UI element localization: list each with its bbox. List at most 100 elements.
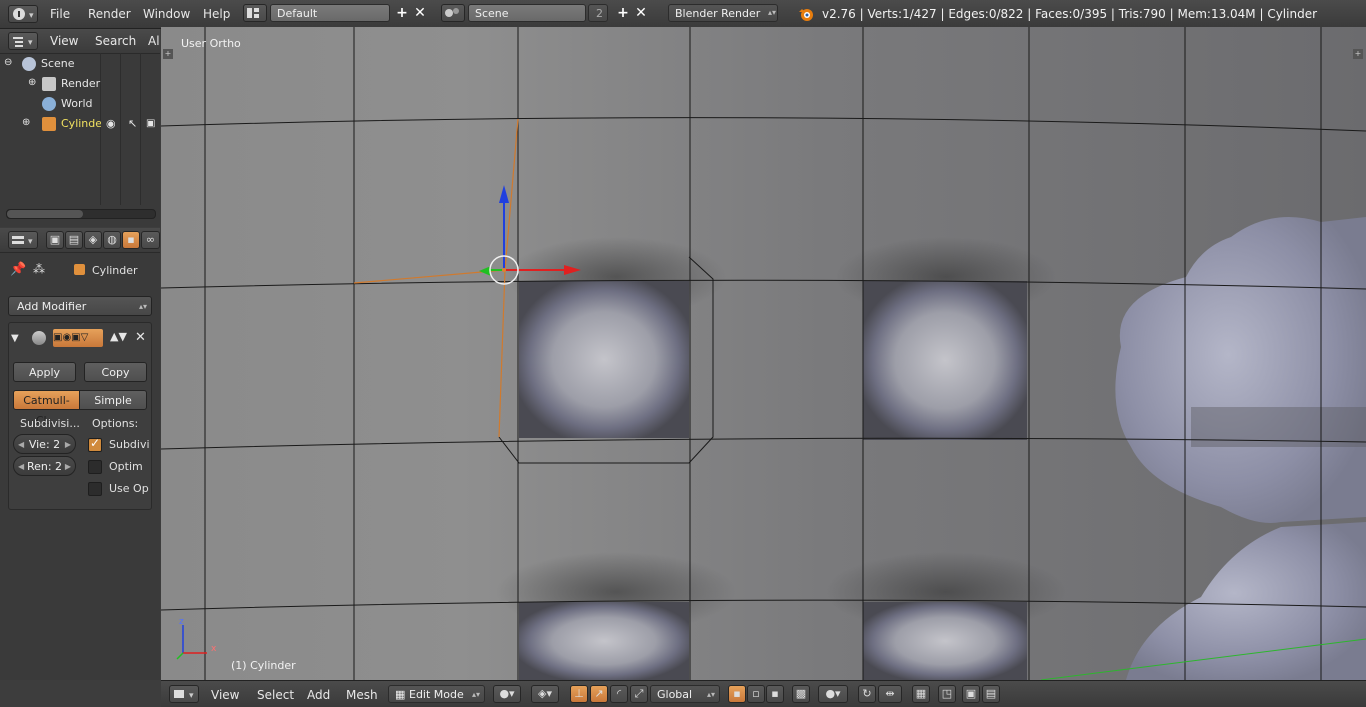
outliner-item-cylinder[interactable]: ⊕ Cylinder ◉ ↖ ▣ [22,115,160,133]
move-up-down-icon[interactable]: ▲▼ [110,330,127,343]
copy-button[interactable]: Copy [84,362,147,382]
render-levels-field[interactable]: ◀ Ren: 2 ▶ [13,456,76,476]
render-tab-icon[interactable]: ▣ [46,231,64,249]
outliner-item-scene[interactable]: ⊖ Scene [4,55,100,73]
pivot-point-select[interactable]: ◈▾ [531,685,559,703]
modifier-type-icon [32,331,46,345]
snap-target-icon[interactable]: ▦ [912,685,930,703]
pin-icon[interactable]: 📌 [10,262,26,277]
scale-manipulator[interactable]: ⤢ [630,685,648,703]
snap-toggle[interactable]: ↻ [858,685,876,703]
remove-layout-icon[interactable]: ✕ [413,6,427,20]
outliner-item-render-layers[interactable]: ⊕ RenderL [28,74,101,93]
modifier-display-toggles[interactable]: ▣◉▣▽ [53,329,103,347]
outliner-editor-type[interactable]: ▾ [8,32,38,50]
outliner-menu-search[interactable]: Search [95,34,136,48]
mesh-wireframe [161,27,1366,680]
interaction-mode-label: Edit Mode [409,688,464,701]
use-opensubdiv-checkbox[interactable] [88,482,102,496]
render-layers-tab-icon[interactable]: ▤ [65,231,83,249]
add-modifier-dropdown[interactable]: Add Modifier ▴▾ [8,296,152,316]
object-tab-icon[interactable]: ▪ [122,231,140,249]
outliner-item-world[interactable]: World [28,95,100,113]
edge-select-mode[interactable]: ▫ [747,685,765,703]
constraints-tab-icon[interactable]: ∞ [141,231,160,249]
manipulator-toggle[interactable]: ⊥ [570,685,588,703]
screen-layout-selector[interactable] [243,4,267,22]
menu-mesh[interactable]: Mesh [346,688,378,702]
options-label: Options: [92,417,139,430]
viewport-canvas[interactable]: z x [161,27,1366,680]
opengl-render-image-icon[interactable]: ◳ [938,685,956,703]
menu-window[interactable]: Window [143,7,190,21]
scene-selector[interactable] [441,4,465,22]
checkmark-icon: ✓ [90,436,101,450]
face-select-mode[interactable]: ▪ [766,685,784,703]
transform-orientation-select[interactable]: Global ▴▾ [650,685,720,703]
use-opensubdiv-label: Use Op [109,482,149,495]
collapse-icon[interactable]: ⊖ [4,54,12,72]
view-levels-field[interactable]: ◀ Vie: 2 ▶ [13,434,76,454]
remove-modifier-icon[interactable]: ✕ [135,330,146,345]
render-animation-icon[interactable]: ▤ [982,685,1000,703]
translate-manipulator[interactable]: ↗ [590,685,608,703]
dropdown-arrows-icon: ▴▾ [768,8,777,17]
transform-manipulator[interactable] [479,185,581,285]
selectable-cursor-icon[interactable]: ↖ [128,115,137,133]
vertex-select-mode[interactable]: ▪ [728,685,746,703]
renderable-camera-icon[interactable]: ▣ [146,115,155,133]
collapse-panel-icon[interactable]: ▼ [11,333,19,344]
render-engine-select[interactable]: Blender Render [668,4,778,22]
object-data-icon [74,264,85,275]
snap-element-select[interactable]: ⇹ [878,685,902,703]
rotate-manipulator[interactable]: ◜ [610,685,628,703]
outliner-menu-view[interactable]: View [50,34,78,48]
pivot-point-icon [502,268,506,272]
menu-help[interactable]: Help [203,7,230,21]
proportional-editing-select[interactable]: ●▾ [818,685,848,703]
limit-selection-to-visible[interactable]: ▩ [792,685,810,703]
info-editor-type-button[interactable]: ▾ [8,5,38,23]
increment-icon[interactable]: ▶ [65,457,71,477]
menu-add[interactable]: Add [307,688,330,702]
menu-select[interactable]: Select [257,688,294,702]
menu-file[interactable]: File [50,7,70,21]
menu-view[interactable]: View [211,688,239,702]
opengl-render-animation-icon[interactable]: ▣ [962,685,980,703]
scene-tab-icon[interactable]: ◈ [84,231,102,249]
scrollbar-thumb[interactable] [7,210,83,218]
mesh-bump [519,281,689,438]
catmull-clark-toggle[interactable]: Catmull-Cl... [13,390,80,427]
viewport-shading-select[interactable]: ●▾ [493,685,521,703]
properties-editor-type[interactable]: ▾ [8,231,38,249]
y-axis-arrow-icon[interactable] [479,266,491,276]
scene-icon [445,8,459,17]
properties-region-toggle-icon[interactable]: + [1353,49,1363,59]
expand-icon[interactable]: ⊕ [22,114,30,132]
screen-layout-field[interactable]: Default [270,4,390,22]
svg-text:▾: ▾ [28,237,33,247]
dropdown-arrows-icon: ▴▾ [138,302,147,311]
decrement-icon[interactable]: ◀ [18,457,24,477]
increment-icon[interactable]: ▶ [65,435,71,455]
subdivide-uvs-checkbox[interactable]: ✓ [88,436,102,452]
z-axis-arrow-icon[interactable] [499,185,509,203]
optimal-display-checkbox[interactable] [88,460,102,474]
scene-name-field[interactable]: Scene [468,4,586,22]
expand-icon[interactable]: ⊕ [28,74,36,92]
viewport-editor-type[interactable]: ▾ [169,685,199,703]
3d-viewport[interactable]: z x User Ortho (1) Cylinder + + [161,27,1366,680]
apply-button[interactable]: Apply [13,362,76,382]
simple-toggle[interactable]: Simple [79,390,147,410]
visibility-eye-icon[interactable]: ◉ [106,115,116,133]
tool-shelf-toggle-icon[interactable]: + [163,49,173,59]
menu-render[interactable]: Render [88,7,131,21]
outliner-scrollbar[interactable] [6,209,156,219]
add-scene-icon[interactable]: + [616,6,630,20]
world-tab-icon[interactable]: ◍ [103,231,121,249]
decrement-icon[interactable]: ◀ [18,435,24,455]
outliner-display-mode[interactable]: Al [148,34,160,48]
remove-scene-icon[interactable]: ✕ [634,6,648,20]
add-layout-icon[interactable]: + [395,6,409,20]
interaction-mode-select[interactable]: Edit Mode ▦ ▴▾ [388,685,485,703]
